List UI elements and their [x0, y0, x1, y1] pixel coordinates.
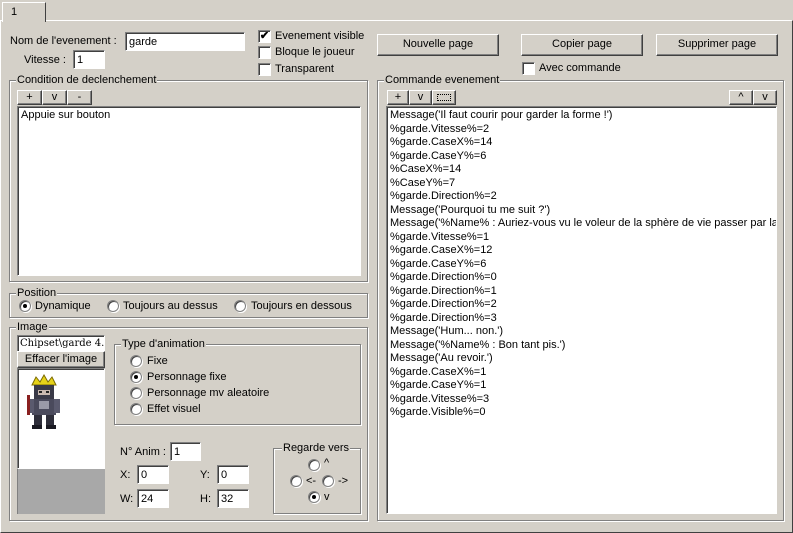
image-path-input[interactable]: Chipset\garde 4.png — [17, 335, 105, 352]
transparent-label: Transparent — [275, 63, 334, 75]
list-item[interactable]: %garde.Vitesse%=1 — [390, 231, 773, 245]
anim-visual-effect-label: Effet visuel — [147, 403, 201, 415]
look-left-label: <- — [306, 475, 317, 487]
look-right-radio[interactable] — [322, 475, 334, 487]
new-page-button[interactable]: Nouvelle page — [377, 34, 499, 56]
anim-visual-effect-radio[interactable] — [130, 403, 142, 415]
list-item[interactable]: %garde.Direction%=0 — [390, 271, 773, 285]
command-add-button[interactable]: + — [387, 90, 409, 105]
visible-checkbox[interactable]: ✔ — [258, 30, 271, 43]
look-up-radio[interactable] — [308, 459, 320, 471]
list-item[interactable]: Message('%Name% : Auriez-vous vu le vole… — [390, 217, 776, 231]
list-item[interactable]: %garde.CaseY%=6 — [390, 258, 773, 272]
w-input[interactable]: 24 — [137, 489, 169, 508]
anim-num-label: N° Anim : — [120, 446, 166, 458]
tab-label: 1 — [11, 6, 18, 18]
look-down-label: v — [324, 491, 330, 503]
list-item[interactable]: Message('Au revoir.') — [390, 352, 773, 366]
trigger-add-button[interactable]: + — [17, 90, 42, 105]
speed-label: Vitesse : — [24, 54, 66, 66]
anim-num-input[interactable]: 1 — [170, 442, 201, 461]
list-item[interactable]: Appuie sur bouton — [21, 109, 357, 123]
h-input[interactable]: 32 — [217, 489, 249, 508]
position-above-label: Toujours au dessus — [123, 300, 218, 312]
position-below-radio[interactable] — [234, 300, 246, 312]
look-right-label: -> — [338, 475, 349, 487]
command-edit-button[interactable] — [432, 90, 456, 105]
anim-char-random-label: Personnage mv aleatoire — [147, 387, 270, 399]
image-preview — [17, 368, 105, 469]
guard-sprite-icon — [27, 373, 60, 429]
list-item[interactable]: %garde.Vitesse%=3 — [390, 393, 773, 407]
trigger-down-button[interactable]: v — [42, 90, 67, 105]
list-item[interactable]: %garde.Direction%=2 — [390, 190, 773, 204]
list-item[interactable]: Message('%Name% : Bon tant pis.') — [390, 339, 773, 353]
delete-page-button[interactable]: Supprimer page — [656, 34, 778, 56]
command-scroll-up-button[interactable]: ^ — [729, 90, 753, 105]
look-left-radio[interactable] — [290, 475, 302, 487]
edit-icon — [437, 93, 451, 101]
list-item[interactable]: %CaseY%=7 — [390, 177, 773, 191]
clear-image-button[interactable]: Effacer l'image — [17, 351, 105, 368]
with-command-label: Avec commande — [539, 62, 621, 74]
list-item[interactable]: %CaseX%=14 — [390, 163, 773, 177]
list-item[interactable]: %garde.Direction%=1 — [390, 285, 773, 299]
anim-fixed-radio[interactable] — [130, 355, 142, 367]
tab-page-1[interactable]: 1 — [2, 2, 46, 22]
list-item[interactable]: %garde.CaseX%=1 — [390, 366, 773, 380]
trigger-group-title: Condition de declenchement — [16, 74, 158, 86]
image-group-title: Image — [16, 321, 49, 333]
block-player-label: Bloque le joueur — [275, 46, 355, 58]
list-item[interactable]: %garde.CaseY%=1 — [390, 379, 773, 393]
position-group-title: Position — [16, 287, 58, 299]
list-item[interactable]: Message('Pourquoi tu me suit ?') — [390, 204, 773, 218]
list-item[interactable]: Message('Il faut courir pour garder la f… — [390, 109, 773, 123]
image-preview-empty-area — [17, 469, 105, 514]
command-scroll-down-button[interactable]: v — [753, 90, 777, 105]
list-item[interactable]: %garde.CaseY%=6 — [390, 150, 773, 164]
position-dynamic-label: Dynamique — [35, 300, 91, 312]
trigger-remove-button[interactable]: - — [67, 90, 92, 105]
speed-input[interactable]: 1 — [73, 50, 105, 69]
anim-fixed-label: Fixe — [147, 355, 168, 367]
list-item[interactable]: %garde.Direction%=3 — [390, 312, 773, 326]
list-item[interactable]: %garde.CaseX%=12 — [390, 244, 773, 258]
event-name-input[interactable]: garde — [125, 32, 245, 51]
position-dynamic-radio[interactable] — [19, 300, 31, 312]
anim-char-random-radio[interactable] — [130, 387, 142, 399]
command-down-button[interactable]: v — [409, 90, 432, 105]
check-mark-icon: ✔ — [259, 30, 270, 42]
x-label: X: — [120, 469, 131, 481]
y-label: Y: — [200, 469, 210, 481]
anim-char-fixed-radio[interactable] — [130, 371, 142, 383]
event-name-label: Nom de l'evenement : — [10, 35, 117, 47]
commands-list[interactable]: Message('Il faut courir pour garder la f… — [386, 106, 777, 514]
x-input[interactable]: 0 — [137, 465, 169, 484]
block-player-checkbox[interactable] — [258, 46, 271, 59]
position-above-radio[interactable] — [107, 300, 119, 312]
look-up-label: ^ — [324, 457, 330, 469]
list-item[interactable]: %garde.Direction%=2 — [390, 298, 773, 312]
list-item[interactable]: %garde.CaseX%=14 — [390, 136, 773, 150]
transparent-checkbox[interactable] — [258, 63, 271, 76]
anim-type-title: Type d'animation — [121, 338, 206, 350]
with-command-checkbox[interactable] — [522, 62, 535, 75]
list-item[interactable]: %garde.Visible%=0 — [390, 406, 773, 420]
list-item[interactable]: Message('Hum... non.') — [390, 325, 773, 339]
w-label: W: — [120, 493, 134, 505]
anim-char-fixed-label: Personnage fixe — [147, 371, 227, 383]
copy-page-button[interactable]: Copier page — [521, 34, 643, 56]
commands-group-title: Commande evenement — [384, 74, 501, 86]
visible-label: Evenement visible — [275, 30, 365, 42]
position-below-label: Toujours en dessous — [251, 300, 352, 312]
h-label: H: — [200, 493, 211, 505]
list-item[interactable]: %garde.Vitesse%=2 — [390, 123, 773, 137]
look-down-radio[interactable] — [308, 491, 320, 503]
y-input[interactable]: 0 — [217, 465, 249, 484]
look-direction-title: Regarde vers — [282, 442, 351, 454]
trigger-list[interactable]: Appuie sur bouton — [17, 106, 361, 276]
